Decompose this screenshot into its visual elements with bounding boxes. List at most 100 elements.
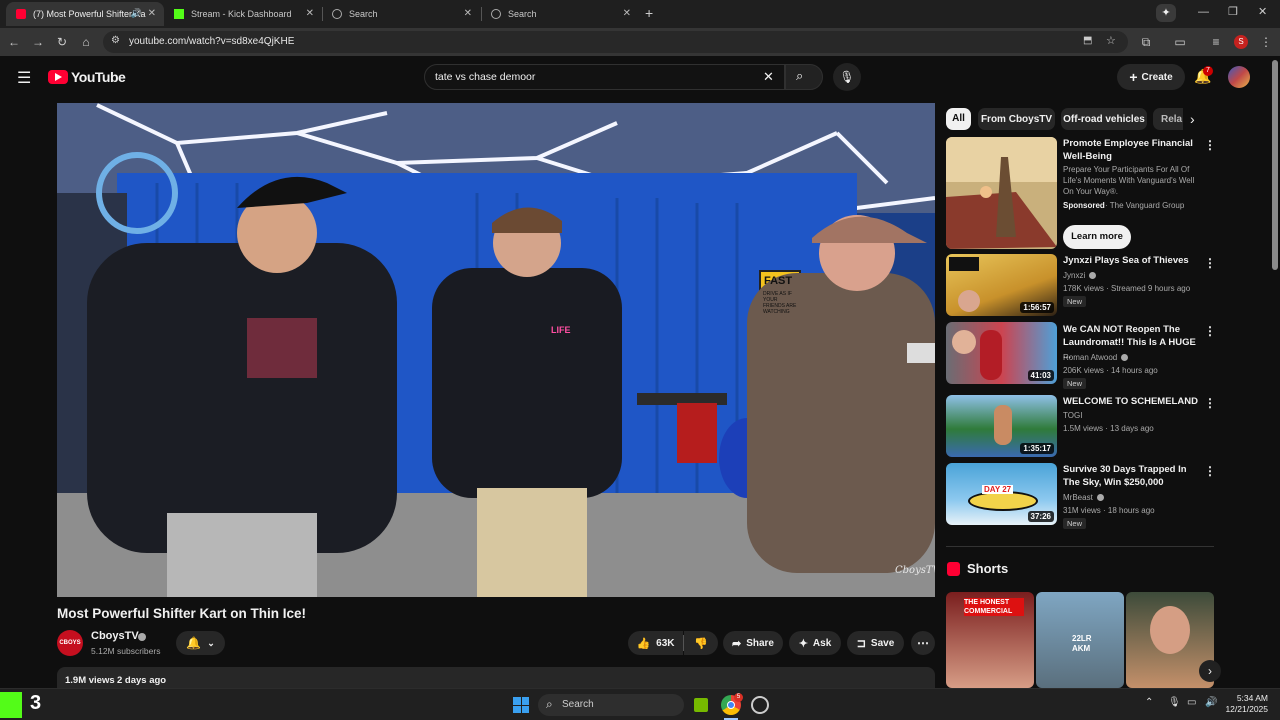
- browser-tab-kick[interactable]: Stream - Kick Dashboard ✕: [164, 2, 322, 26]
- learn-more-button[interactable]: Learn more: [1063, 225, 1131, 249]
- video-shirt-text: LIFE: [551, 325, 571, 335]
- forward-arrow-icon[interactable]: →: [30, 34, 46, 50]
- more-actions-button[interactable]: ⋯: [911, 631, 935, 655]
- channel-avatar[interactable]: CBOYS: [57, 630, 83, 656]
- shorts-heading: Shorts: [967, 561, 1009, 576]
- rec-thumbnail[interactable]: DAY 27 37:26: [946, 463, 1057, 525]
- nvidia-app-icon[interactable]: [694, 698, 708, 712]
- hamburger-menu-icon[interactable]: ☰: [17, 68, 31, 88]
- home-icon[interactable]: ⌂: [78, 34, 94, 50]
- windows-start-icon[interactable]: [513, 697, 529, 713]
- search-icon: ⌕: [546, 697, 553, 711]
- profile-avatar[interactable]: S: [1234, 35, 1248, 49]
- channel-watermark[interactable]: CboysTV: [895, 565, 935, 576]
- close-window-icon[interactable]: ✕: [1258, 5, 1267, 18]
- chip-off-road[interactable]: Off-road vehicles: [1061, 108, 1147, 130]
- ad-thumbnail[interactable]: [946, 137, 1057, 249]
- ad-menu-icon[interactable]: ⋮: [1204, 138, 1216, 152]
- reload-icon[interactable]: ↻: [54, 34, 70, 50]
- search-query-text: tate vs chase demoor: [435, 71, 536, 83]
- page-scrollbar[interactable]: [1272, 60, 1278, 270]
- audio-playing-icon[interactable]: 🔊: [131, 8, 142, 19]
- thumbs-down-icon: 👎: [694, 637, 708, 650]
- kick-logo-icon[interactable]: [0, 692, 22, 718]
- rec-thumbnail[interactable]: 41:03: [946, 322, 1057, 384]
- close-tab-icon[interactable]: ✕: [464, 8, 472, 19]
- new-tab-button[interactable]: +: [645, 5, 653, 21]
- channel-name[interactable]: CboysTV: [91, 630, 139, 642]
- short-overlay-text: THE HONEST COMMERCIAL: [964, 598, 1024, 616]
- rec-title[interactable]: Survive 30 Days Trapped In The Sky, Win …: [1063, 463, 1205, 489]
- site-info-icon[interactable]: ⚙: [111, 35, 120, 46]
- browser-tab-search-1[interactable]: Search ✕: [322, 2, 480, 26]
- short-card[interactable]: 22LR AKM: [1036, 592, 1124, 688]
- rec-channel[interactable]: MrBeast: [1063, 492, 1093, 503]
- kick-favicon-icon: [174, 9, 184, 19]
- save-button[interactable]: ⊐ Save: [847, 631, 904, 655]
- system-clock[interactable]: 5:34 AM 12/21/2025: [1224, 693, 1268, 715]
- shorts-next-chevron-icon[interactable]: ›: [1199, 660, 1221, 682]
- section-divider: [946, 546, 1214, 547]
- tab-title: (7) Most Powerful Shifter Ka: [33, 9, 146, 19]
- youtube-play-logo-icon: [48, 70, 68, 84]
- create-button[interactable]: + Create: [1117, 64, 1185, 90]
- share-button[interactable]: ➦ Share: [723, 631, 783, 655]
- rec-thumbnail[interactable]: 1:56:57: [946, 254, 1057, 316]
- search-button[interactable]: ⌕: [785, 64, 823, 90]
- close-tab-icon[interactable]: ✕: [148, 8, 156, 19]
- split-view-icon[interactable]: ▭: [1172, 34, 1188, 50]
- minimize-window-icon[interactable]: —: [1198, 6, 1209, 18]
- rec-menu-icon[interactable]: ⋮: [1204, 396, 1216, 410]
- ad-title[interactable]: Promote Employee Financial Well-Being: [1063, 137, 1205, 163]
- restore-window-icon[interactable]: ❐: [1228, 5, 1238, 18]
- new-badge: New: [1063, 296, 1087, 307]
- account-avatar[interactable]: [1228, 66, 1250, 88]
- chip-from-channel[interactable]: From CboysTV: [978, 108, 1055, 130]
- address-bar[interactable]: ⚙ youtube.com/watch?v=sd8xe4QjKHE ⬒ ☆: [103, 31, 1128, 53]
- youtube-logo[interactable]: YouTube: [48, 69, 126, 85]
- logo-wordmark: YouTube: [71, 69, 126, 85]
- like-button[interactable]: 👍 63K: [628, 631, 683, 655]
- taskbar-search-box[interactable]: ⌕ Search: [538, 694, 684, 716]
- rec-channel[interactable]: Jynxzi: [1063, 270, 1085, 281]
- rec-thumbnail[interactable]: 1:35:17: [946, 395, 1057, 457]
- chip-all[interactable]: All: [946, 108, 971, 130]
- rec-menu-icon[interactable]: ⋮: [1204, 324, 1216, 338]
- clock-app-icon[interactable]: [751, 696, 769, 714]
- dislike-button[interactable]: 👎: [684, 631, 718, 655]
- browser-tab-youtube[interactable]: (7) Most Powerful Shifter Ka 🔊 ✕: [6, 2, 164, 26]
- volume-icon[interactable]: 🔊: [1205, 697, 1217, 708]
- tray-overflow-chevron-icon[interactable]: ⌃: [1145, 697, 1153, 708]
- voice-search-mic-icon[interactable]: 🎙: [833, 63, 861, 91]
- save-label: Save: [870, 637, 895, 649]
- search-input[interactable]: tate vs chase demoor ✕: [424, 64, 785, 90]
- rec-channel[interactable]: Roman Atwood: [1063, 352, 1117, 363]
- subscription-bell-button[interactable]: 🔔 ⌄: [176, 631, 225, 655]
- reading-list-icon[interactable]: ≡: [1208, 34, 1224, 50]
- clear-search-icon[interactable]: ✕: [763, 69, 774, 85]
- ask-button[interactable]: ✦ Ask: [789, 631, 841, 655]
- rec-title[interactable]: WELCOME TO SCHEMELAND: [1063, 395, 1205, 408]
- chip-related[interactable]: Rela: [1153, 108, 1183, 130]
- microphone-icon[interactable]: 🎙: [1168, 697, 1181, 708]
- network-icon[interactable]: ▭: [1187, 697, 1196, 708]
- rec-channel[interactable]: TOGI: [1063, 410, 1082, 421]
- video-player[interactable]: FAST DRIVE AS IF YOUR FRIENDS ARE WATCHI…: [57, 103, 935, 597]
- gemini-sparkle-icon[interactable]: ✦: [1156, 4, 1176, 22]
- rec-menu-icon[interactable]: ⋮: [1204, 256, 1216, 270]
- install-app-icon[interactable]: ⬒: [1083, 35, 1092, 46]
- like-count: 63K: [656, 637, 675, 649]
- browser-tab-strip: (7) Most Powerful Shifter Ka 🔊 ✕ Stream …: [0, 0, 1280, 28]
- back-arrow-icon[interactable]: ←: [6, 34, 22, 50]
- chrome-menu-icon[interactable]: ⋮: [1258, 34, 1274, 50]
- short-card[interactable]: THE HONEST COMMERCIAL: [946, 592, 1034, 688]
- close-tab-icon[interactable]: ✕: [623, 8, 631, 19]
- bookmark-star-icon[interactable]: ☆: [1106, 34, 1116, 47]
- browser-tab-search-2[interactable]: Search ✕: [481, 2, 639, 26]
- rec-meta: 178K views · Streamed 9 hours ago: [1063, 284, 1191, 293]
- rec-title[interactable]: Jynxzi Plays Sea of Thieves: [1063, 254, 1205, 267]
- chips-next-chevron-icon[interactable]: ›: [1190, 111, 1195, 127]
- extensions-icon[interactable]: ⧉: [1138, 34, 1154, 50]
- close-tab-icon[interactable]: ✕: [306, 8, 314, 19]
- rec-menu-icon[interactable]: ⋮: [1204, 464, 1216, 478]
